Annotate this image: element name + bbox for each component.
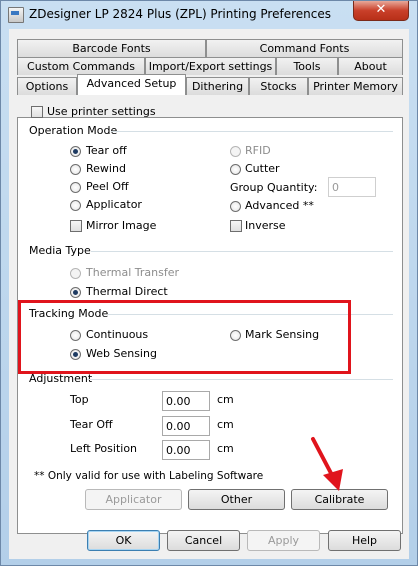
operation-mode-divider bbox=[111, 131, 393, 132]
radio-applicator[interactable] bbox=[70, 200, 81, 211]
use-printer-settings-checkbox[interactable] bbox=[31, 106, 43, 118]
tab-stocks[interactable]: Stocks bbox=[249, 77, 308, 95]
tab-command-fonts[interactable]: Command Fonts bbox=[206, 39, 403, 57]
label-left-position: Left Position bbox=[70, 442, 138, 455]
label-thermal-direct: Thermal Direct bbox=[86, 285, 168, 298]
red-arrow-icon bbox=[311, 437, 343, 491]
unit-tear-off: cm bbox=[217, 418, 234, 431]
label-mirror-image: Mirror Image bbox=[86, 219, 157, 232]
label-applicator: Applicator bbox=[86, 198, 142, 211]
tab-tools[interactable]: Tools bbox=[276, 57, 338, 75]
label-thermal-transfer: Thermal Transfer bbox=[86, 266, 180, 279]
radio-cutter[interactable] bbox=[230, 164, 241, 175]
label-advanced: Advanced ** bbox=[245, 199, 314, 212]
cancel-button[interactable]: Cancel bbox=[167, 530, 240, 551]
apply-button[interactable]: Apply bbox=[247, 530, 320, 551]
tear-off-input[interactable]: 0.00 bbox=[162, 416, 210, 436]
label-peel-off: Peel Off bbox=[86, 180, 129, 193]
inverse-checkbox[interactable] bbox=[230, 220, 242, 232]
label-rfid: RFID bbox=[245, 144, 271, 157]
tab-about[interactable]: About bbox=[338, 57, 403, 75]
group-quantity-input[interactable]: 0 bbox=[328, 177, 376, 197]
printer-icon bbox=[8, 7, 24, 23]
radio-rfid[interactable] bbox=[230, 146, 241, 157]
tab-custom-commands[interactable]: Custom Commands bbox=[17, 57, 145, 75]
label-top: Top bbox=[70, 393, 89, 406]
footnote: ** Only valid for use with Labeling Soft… bbox=[34, 470, 264, 482]
help-button[interactable]: Help bbox=[328, 530, 401, 551]
tab-printer-memory[interactable]: Printer Memory bbox=[308, 77, 403, 95]
label-group-quantity: Group Quantity: bbox=[230, 181, 318, 194]
ok-button[interactable]: OK bbox=[87, 530, 160, 551]
label-tear-off: Tear off bbox=[86, 144, 127, 157]
radio-rewind[interactable] bbox=[70, 164, 81, 175]
mirror-image-checkbox[interactable] bbox=[70, 220, 82, 232]
top-input[interactable]: 0.00 bbox=[162, 391, 210, 411]
adjustment-title: Adjustment bbox=[29, 372, 93, 385]
other-button[interactable]: Other bbox=[188, 489, 285, 510]
window-title: ZDesigner LP 2824 Plus (ZPL) Printing Pr… bbox=[29, 7, 331, 21]
radio-advanced[interactable] bbox=[230, 201, 241, 212]
tab-import-export-settings[interactable]: Import/Export settings bbox=[145, 57, 276, 75]
radio-tear-off[interactable] bbox=[70, 146, 81, 157]
tab-barcode-fonts[interactable]: Barcode Fonts bbox=[17, 39, 206, 57]
unit-top: cm bbox=[217, 393, 234, 406]
label-tear-off-adjust: Tear Off bbox=[70, 418, 113, 431]
tab-options[interactable]: Options bbox=[17, 77, 77, 95]
tab-advanced-setup[interactable]: Advanced Setup bbox=[77, 74, 186, 95]
close-button[interactable]: ✕ bbox=[353, 1, 409, 21]
tab-dithering[interactable]: Dithering bbox=[186, 77, 249, 95]
use-printer-settings-label: Use printer settings bbox=[47, 105, 156, 118]
label-inverse: Inverse bbox=[245, 219, 286, 232]
applicator-button[interactable]: Applicator bbox=[85, 489, 182, 510]
title-bar[interactable]: ZDesigner LP 2824 Plus (ZPL) Printing Pr… bbox=[1, 1, 417, 29]
media-type-divider bbox=[91, 251, 393, 252]
adjustment-divider bbox=[87, 379, 393, 380]
label-cutter: Cutter bbox=[245, 162, 280, 175]
radio-thermal-direct[interactable] bbox=[70, 287, 81, 298]
radio-thermal-transfer[interactable] bbox=[70, 268, 81, 279]
operation-mode-title: Operation Mode bbox=[29, 124, 118, 137]
unit-left-position: cm bbox=[217, 442, 234, 455]
left-position-input[interactable]: 0.00 bbox=[162, 440, 210, 460]
highlight-box bbox=[18, 300, 351, 374]
printing-preferences-window: ZDesigner LP 2824 Plus (ZPL) Printing Pr… bbox=[0, 0, 418, 566]
label-rewind: Rewind bbox=[86, 162, 126, 175]
media-type-title: Media Type bbox=[29, 244, 91, 257]
radio-peel-off[interactable] bbox=[70, 182, 81, 193]
